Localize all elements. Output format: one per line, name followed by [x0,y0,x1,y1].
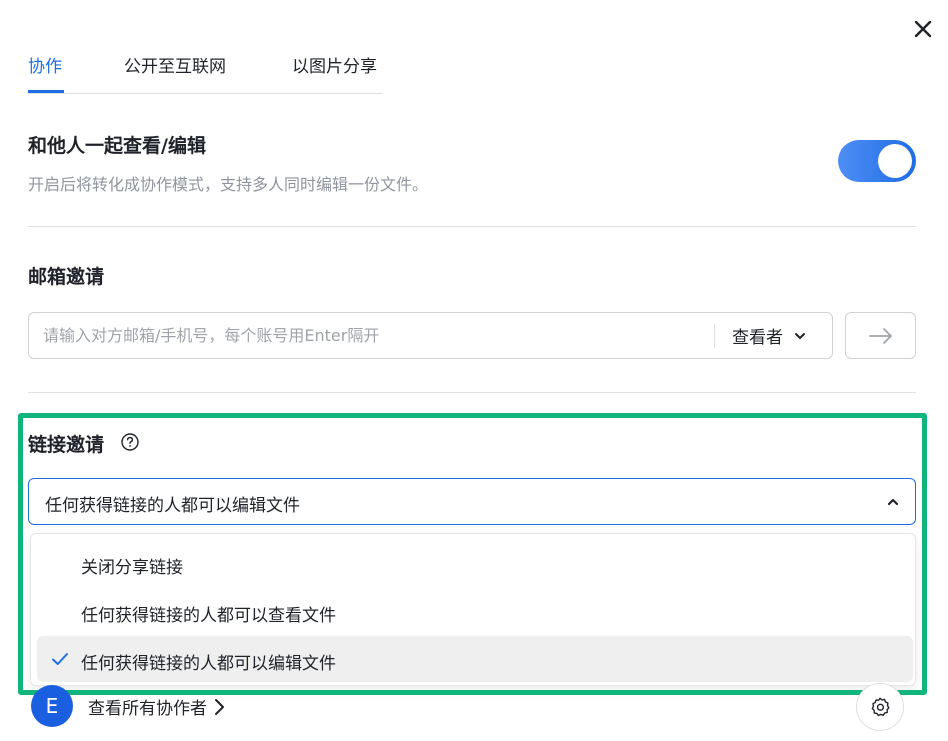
role-label: 查看者 [732,328,783,348]
option-label: 关闭分享链接 [81,558,183,578]
chevron-right-icon [215,698,224,715]
option-label: 任何获得链接的人都可以查看文件 [81,606,336,626]
settings-button[interactable] [856,683,904,731]
checkmark-icon [52,653,68,665]
tab-collaborate[interactable]: 协作 [28,52,62,77]
collaborators-label: 查看所有协作者 [88,699,207,719]
role-select[interactable]: 查看者 [732,313,807,358]
link-permission-value: 任何获得链接的人都可以编辑文件 [45,496,300,516]
tab-share-image[interactable]: 以图片分享 [292,52,377,77]
option-anyone-edit[interactable]: 任何获得链接的人都可以编辑文件 [37,636,913,682]
chevron-down-icon [795,332,805,339]
email-input[interactable] [43,313,703,358]
gear-icon [871,697,890,717]
view-collaborators-link[interactable]: 查看所有协作者 [88,694,225,719]
option-anyone-view[interactable]: 任何获得链接的人都可以查看文件 [37,588,913,634]
option-label: 任何获得链接的人都可以编辑文件 [81,654,336,674]
divider [28,226,916,227]
input-separator [714,324,715,348]
email-invite-box: 查看者 [28,312,833,359]
collab-description: 开启后将转化成协作模式，支持多人同时编辑一份文件。 [28,175,429,194]
link-permission-dropdown: 关闭分享链接 任何获得链接的人都可以查看文件 任何获得链接的人都可以编辑文件 [30,533,916,686]
send-invite-button[interactable] [845,312,916,359]
email-invite-title: 邮箱邀请 [28,266,105,288]
collab-title: 和他人一起查看/编辑 [28,135,206,157]
question-circle-icon[interactable] [120,432,140,452]
option-close-link[interactable]: 关闭分享链接 [37,540,913,586]
avatar[interactable]: E [31,685,73,727]
divider [28,392,916,393]
link-permission-select[interactable]: 任何获得链接的人都可以编辑文件 [28,478,916,525]
link-invite-title: 链接邀请 [28,434,105,456]
chevron-up-icon [887,498,899,506]
share-tabs: 协作 公开至互联网 以图片分享 [28,44,382,94]
close-icon [914,20,932,38]
tab-publish-web[interactable]: 公开至互联网 [124,52,226,77]
collab-toggle[interactable] [838,140,916,182]
arrow-right-icon [868,327,892,344]
active-tab-indicator [28,90,64,93]
toggle-knob [878,144,912,178]
close-button[interactable] [908,14,938,44]
